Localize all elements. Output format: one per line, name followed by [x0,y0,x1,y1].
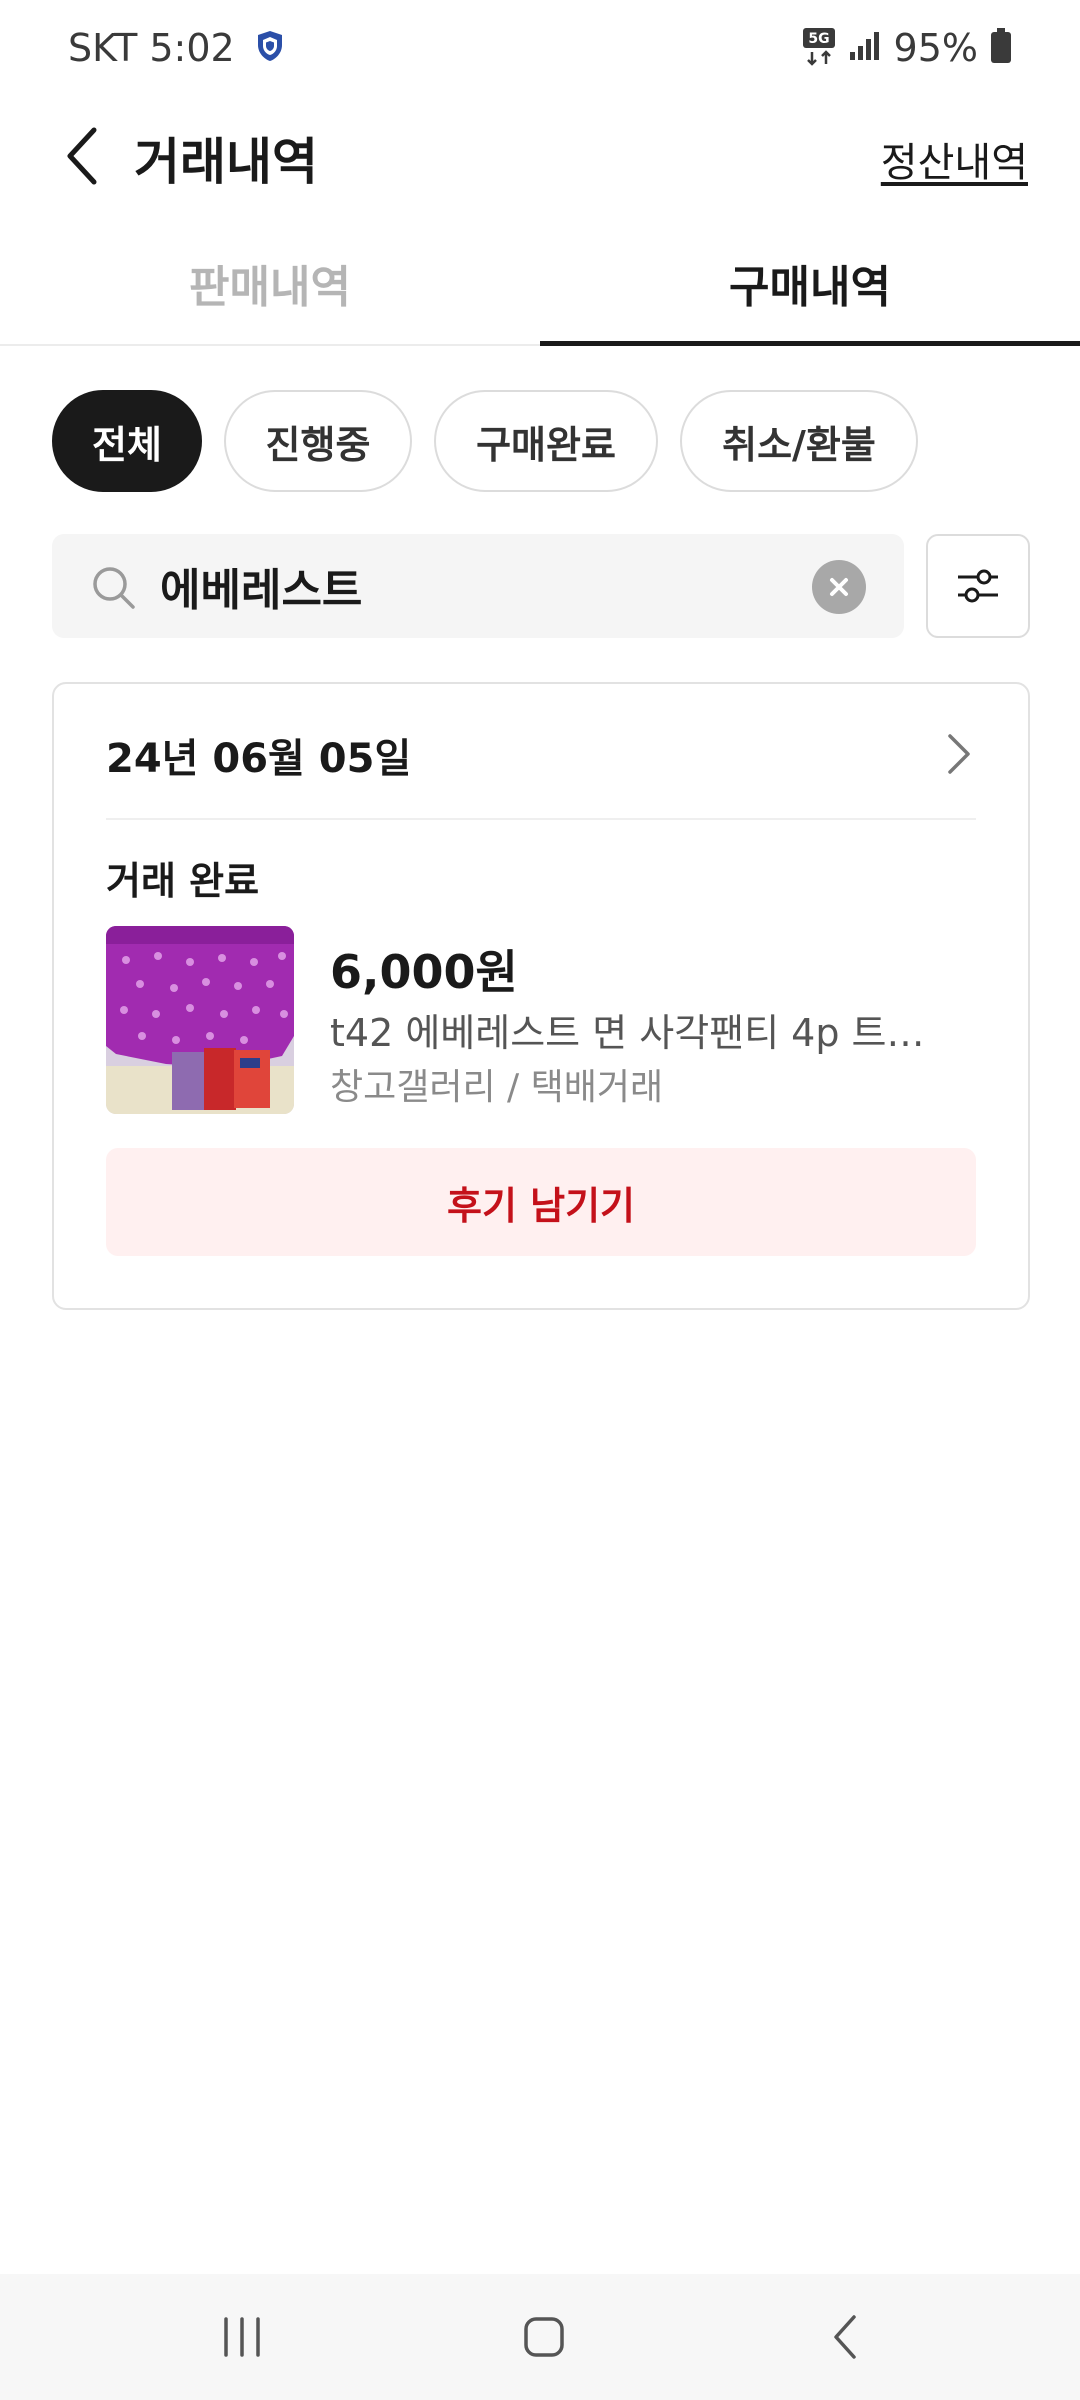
order-date: 24년 06월 05일 [106,736,412,782]
network-label: 5G [808,31,829,47]
tab-bar: 판매내역 구매내역 [0,222,1080,346]
battery-percent: 95% [893,26,978,70]
product-name[interactable]: t42 에베레스트 면 사각팬티 4p 트렁... [330,1002,950,1057]
search-box [52,534,904,638]
filter-settings-button[interactable] [926,534,1030,638]
chevron-right-icon [948,734,970,774]
order-card-header[interactable]: 24년 06월 05일 [106,684,976,820]
status-time: SKT 5:02 [68,26,235,70]
clear-search-button[interactable] [812,560,866,614]
chevron-left-icon [67,127,97,185]
header: 거래내역 정산내역 [0,104,1080,208]
clear-icon [830,578,848,596]
seller-info: 창고갤러리 / 택배거래 [330,1067,664,1108]
filter-chips: 전체 진행중 구매완료 취소/환불 [52,390,918,492]
status-bar: SKT 5:02 5G 95% [0,0,1080,104]
shield-icon [255,29,285,67]
status-left: SKT 5:02 [68,26,285,70]
back-button[interactable] [50,118,114,194]
sliders-icon [958,569,998,603]
signal-icon [848,30,882,66]
recent-apps-icon [224,2317,260,2357]
product-thumbnail[interactable] [106,926,294,1114]
network-5g-icon: 5G [802,26,836,70]
write-review-button[interactable]: 후기 남기기 [106,1148,976,1256]
product-price: 6,000원 [330,945,518,999]
filter-chip-completed[interactable]: 구매완료 [434,390,658,492]
tab-purchases[interactable]: 구매내역 [540,222,1080,346]
home-icon [524,2317,564,2357]
battery-icon [990,28,1012,68]
screen: SKT 5:02 5G 95% 거래내역 정산내역 판매내역 구매내역 전체 진… [0,0,1080,2400]
system-back-button[interactable] [796,2300,896,2374]
filter-chip-cancel-refund[interactable]: 취소/환불 [680,390,918,492]
search-icon [93,567,135,609]
filter-chip-in-progress[interactable]: 진행중 [224,390,412,492]
page-title: 거래내역 [134,133,318,191]
status-right: 5G 95% [802,26,1012,70]
order-status: 거래 완료 [106,859,260,903]
nav-back-icon [834,2315,856,2359]
home-button[interactable] [494,2300,594,2374]
tab-sales[interactable]: 판매내역 [0,222,540,344]
recent-apps-button[interactable] [192,2300,292,2374]
system-nav-bar [0,2274,1080,2400]
order-card: 24년 06월 05일 거래 완료 6,000원 t42 에베레스트 면 사각팬… [52,682,1030,1310]
filter-chip-all[interactable]: 전체 [52,390,202,492]
settlement-link[interactable]: 정산내역 [881,130,1028,188]
search-input[interactable] [160,554,840,618]
